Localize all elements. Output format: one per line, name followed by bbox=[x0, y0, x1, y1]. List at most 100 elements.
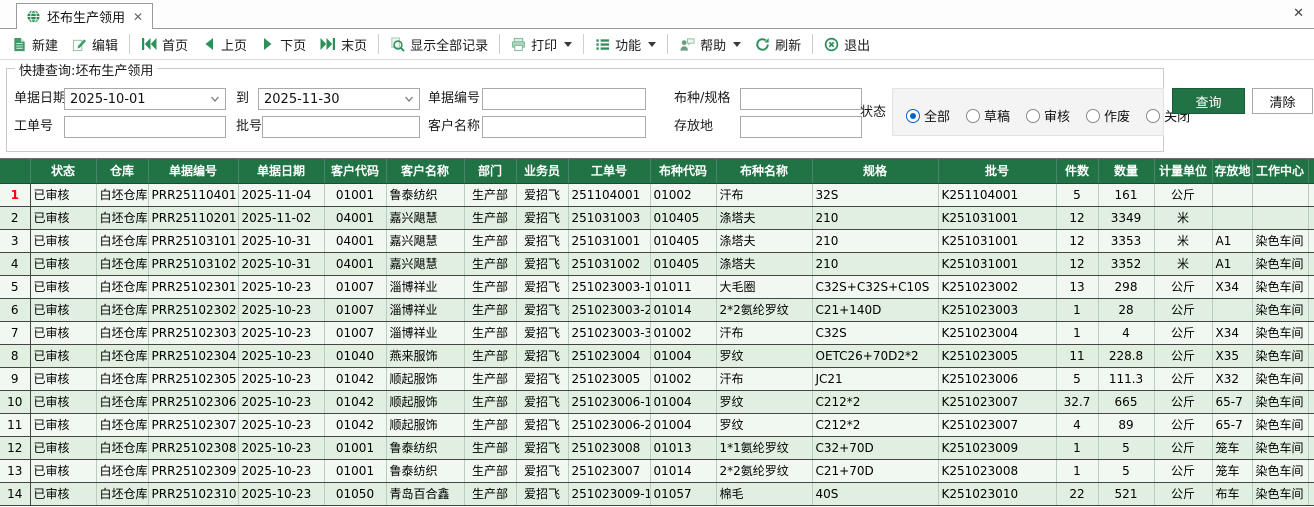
cell[interactable]: C212*2 bbox=[812, 413, 938, 436]
cell[interactable]: K251023007 bbox=[938, 390, 1056, 413]
cell[interactable]: 2025-10-23 bbox=[238, 367, 324, 390]
cell[interactable]: 2025-10-23 bbox=[238, 482, 324, 505]
table-row[interactable]: 4已审核白坯仓库PRR251031022025-10-3104001嘉兴飓慧生产… bbox=[0, 252, 1314, 275]
cell[interactable]: PRR25102307 bbox=[148, 413, 238, 436]
cell[interactable]: 生产部 bbox=[464, 275, 516, 298]
cell[interactable]: PRR25102301 bbox=[148, 275, 238, 298]
cell[interactable]: 01004 bbox=[650, 413, 716, 436]
cell[interactable]: 生产部 bbox=[464, 482, 516, 505]
cell[interactable]: 笼车 bbox=[1212, 436, 1252, 459]
cell[interactable]: 公斤 bbox=[1154, 459, 1212, 482]
column-header-13[interactable]: 批号 bbox=[938, 159, 1056, 183]
cell[interactable]: X32 bbox=[1212, 367, 1252, 390]
cell[interactable]: 米 bbox=[1154, 252, 1212, 275]
cell[interactable]: 白坯仓库 bbox=[96, 275, 148, 298]
cell[interactable]: 12 bbox=[1056, 229, 1098, 252]
cell[interactable] bbox=[1308, 206, 1314, 229]
cell[interactable]: C21+140D bbox=[812, 298, 938, 321]
column-header-11[interactable]: 布种名称 bbox=[716, 159, 812, 183]
next-page-button[interactable]: 下页 bbox=[254, 32, 313, 57]
cell[interactable]: PRR25103102 bbox=[148, 252, 238, 275]
cell[interactable]: 01007 bbox=[324, 298, 386, 321]
cell[interactable]: 251023006-1 bbox=[568, 390, 650, 413]
functions-button[interactable]: 功能 bbox=[588, 32, 663, 57]
cell[interactable]: K251023007 bbox=[938, 413, 1056, 436]
cell[interactable]: 1 bbox=[1056, 436, 1098, 459]
row-number[interactable]: 10 bbox=[0, 390, 30, 413]
row-number[interactable]: 1 bbox=[0, 183, 30, 206]
cell[interactable] bbox=[1308, 367, 1314, 390]
cell[interactable] bbox=[1308, 275, 1314, 298]
row-number[interactable]: 6 bbox=[0, 298, 30, 321]
cell[interactable]: 已审核 bbox=[30, 275, 96, 298]
help-button[interactable]: 帮助 bbox=[672, 32, 748, 57]
cell[interactable]: 521 bbox=[1098, 482, 1154, 505]
cell[interactable] bbox=[1308, 321, 1314, 344]
cell[interactable]: 2*2氨纶罗纹 bbox=[716, 298, 812, 321]
cell[interactable]: 染色车间 bbox=[1252, 252, 1308, 275]
batch-input[interactable] bbox=[262, 116, 420, 138]
prev-page-button[interactable]: 上页 bbox=[195, 32, 254, 57]
cell[interactable]: 1 bbox=[1056, 459, 1098, 482]
cell[interactable]: 01007 bbox=[324, 321, 386, 344]
table-row[interactable]: 9已审核白坯仓库PRR251023052025-10-2301042顺起服饰生产… bbox=[0, 367, 1314, 390]
cell[interactable]: 鲁泰纺织 bbox=[386, 459, 464, 482]
cell[interactable]: 12 bbox=[1056, 206, 1098, 229]
cell[interactable]: 2025-10-23 bbox=[238, 344, 324, 367]
cell[interactable]: 40S bbox=[812, 482, 938, 505]
cell[interactable]: 4 bbox=[1098, 321, 1154, 344]
column-header-10[interactable]: 布种代码 bbox=[650, 159, 716, 183]
cell[interactable]: 白坯仓库 bbox=[96, 482, 148, 505]
column-header-0[interactable] bbox=[0, 159, 30, 183]
cell[interactable]: X34 bbox=[1212, 321, 1252, 344]
cell[interactable]: 251023003-2 bbox=[568, 298, 650, 321]
cell[interactable]: 生产部 bbox=[464, 206, 516, 229]
cell[interactable]: 公斤 bbox=[1154, 482, 1212, 505]
cell[interactable]: 01042 bbox=[324, 390, 386, 413]
cell[interactable]: 棉毛 bbox=[716, 482, 812, 505]
cell[interactable] bbox=[1252, 206, 1308, 229]
cell[interactable]: 3353 bbox=[1098, 229, 1154, 252]
cell[interactable]: 汗布 bbox=[716, 367, 812, 390]
cell[interactable]: 2025-10-23 bbox=[238, 413, 324, 436]
cell[interactable] bbox=[1308, 298, 1314, 321]
cell[interactable]: 染色车间 bbox=[1252, 321, 1308, 344]
cell[interactable]: 251031003 bbox=[568, 206, 650, 229]
cell[interactable]: K251023006 bbox=[938, 367, 1056, 390]
cell[interactable]: 鲁泰纺织 bbox=[386, 436, 464, 459]
cell[interactable]: 01011 bbox=[650, 275, 716, 298]
column-header-2[interactable]: 仓库 bbox=[96, 159, 148, 183]
tab-close-icon[interactable]: ✕ bbox=[133, 10, 143, 24]
cell[interactable]: 已审核 bbox=[30, 183, 96, 206]
cell[interactable]: 生产部 bbox=[464, 390, 516, 413]
cell[interactable]: 染色车间 bbox=[1252, 390, 1308, 413]
cell[interactable]: PRR25102304 bbox=[148, 344, 238, 367]
cell[interactable]: 01042 bbox=[324, 367, 386, 390]
cell[interactable]: 罗纹 bbox=[716, 413, 812, 436]
cell[interactable]: 4 bbox=[1056, 413, 1098, 436]
cell[interactable]: OETC26+70D2*2 bbox=[812, 344, 938, 367]
cell[interactable]: 染色车间 bbox=[1252, 229, 1308, 252]
cell[interactable]: 涤塔夫 bbox=[716, 252, 812, 275]
cell[interactable]: 已审核 bbox=[30, 482, 96, 505]
cell[interactable]: 燕来服饰 bbox=[386, 344, 464, 367]
table-row[interactable]: 1已审核白坯仓库PRR251104012025-11-0401001鲁泰纺织生产… bbox=[0, 183, 1314, 206]
row-number[interactable]: 13 bbox=[0, 459, 30, 482]
cell[interactable]: 01050 bbox=[324, 482, 386, 505]
cell[interactable]: 公斤 bbox=[1154, 436, 1212, 459]
cell[interactable]: 公斤 bbox=[1154, 390, 1212, 413]
column-header-14[interactable]: 件数 bbox=[1056, 159, 1098, 183]
cell[interactable]: 010405 bbox=[650, 206, 716, 229]
table-row[interactable]: 6已审核白坯仓库PRR251023022025-10-2301007淄博祥业生产… bbox=[0, 298, 1314, 321]
cell[interactable]: 01002 bbox=[650, 183, 716, 206]
new-button[interactable]: 新建 bbox=[5, 32, 65, 57]
cell[interactable] bbox=[1308, 252, 1314, 275]
cell[interactable] bbox=[1308, 413, 1314, 436]
edit-button[interactable]: 编辑 bbox=[65, 32, 125, 57]
cell[interactable]: K251023003 bbox=[938, 298, 1056, 321]
cell[interactable]: 251023004 bbox=[568, 344, 650, 367]
cell[interactable]: 251023008 bbox=[568, 436, 650, 459]
cell[interactable]: 罗纹 bbox=[716, 344, 812, 367]
cell[interactable]: 2025-10-23 bbox=[238, 390, 324, 413]
cell[interactable]: C32S+C32S+C10S bbox=[812, 275, 938, 298]
